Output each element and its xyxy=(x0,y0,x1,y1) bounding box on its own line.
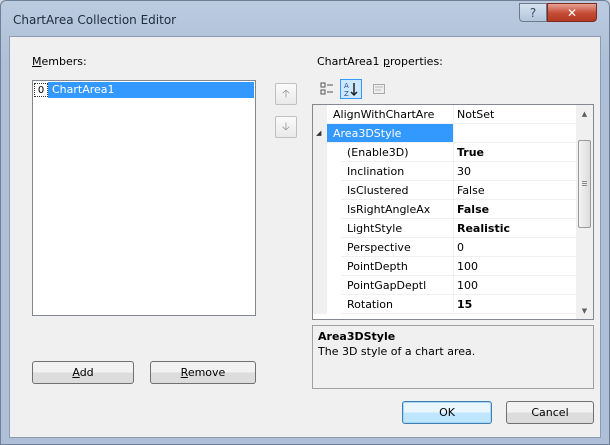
remove-button-label: Remove xyxy=(180,366,226,379)
property-grid-toolbar: A Z xyxy=(312,78,594,101)
property-description-panel: Area3DStyle The 3D style of a chart area… xyxy=(312,325,594,389)
arrow-down-icon: 🡣 xyxy=(282,119,290,133)
property-name: Area3DStyle xyxy=(327,124,453,143)
dialog-client-area: Members: 0 ChartArea1 🡡 🡣 ChartArea1 pro… xyxy=(9,36,601,438)
property-name: IsRightAngleAx xyxy=(341,200,453,219)
property-row[interactable]: (Enable3D) True xyxy=(313,143,576,162)
scroll-thumb[interactable] xyxy=(578,140,591,228)
remove-button[interactable]: Remove xyxy=(150,361,256,384)
row-gutter xyxy=(313,238,327,257)
property-grid[interactable]: AlignWithChartAre NotSet ◢ Area3DStyle (Enab… xyxy=(312,104,594,320)
property-value[interactable]: True xyxy=(453,143,576,162)
close-icon: ✕ xyxy=(566,5,578,20)
property-grid-scrollbar[interactable]: ▲ ▼ xyxy=(576,105,593,319)
row-gutter xyxy=(313,295,327,314)
properties-label: ChartArea1 properties: xyxy=(317,55,443,68)
row-gutter xyxy=(313,219,327,238)
row-gutter xyxy=(313,276,327,295)
property-name: PointDepth xyxy=(341,257,453,276)
property-pages-button[interactable] xyxy=(368,79,390,99)
property-name: PointGapDeptl xyxy=(341,276,453,295)
property-value[interactable]: False xyxy=(453,181,576,200)
collapse-toggle-icon[interactable]: ◢ xyxy=(316,129,321,137)
description-text: The 3D style of a chart area. xyxy=(318,345,476,358)
scroll-down-icon[interactable]: ▼ xyxy=(576,302,593,319)
property-row[interactable]: Rotation 15 xyxy=(313,295,576,314)
help-icon: ? xyxy=(529,5,537,20)
description-title: Area3DStyle xyxy=(318,330,396,343)
row-gutter xyxy=(313,257,327,276)
property-pages-icon xyxy=(373,84,385,94)
scroll-up-icon[interactable]: ▲ xyxy=(576,105,593,122)
property-row[interactable]: LightStyle Realistic xyxy=(313,219,576,238)
property-value[interactable]: 15 xyxy=(453,295,576,314)
property-value[interactable] xyxy=(453,124,576,143)
svg-text:Z: Z xyxy=(344,90,349,97)
svg-text:A: A xyxy=(344,82,349,90)
row-gutter xyxy=(313,181,327,200)
row-gutter xyxy=(313,162,327,181)
property-row[interactable]: IsRightAngleAx False xyxy=(313,200,576,219)
row-gutter xyxy=(313,143,327,162)
title-bar[interactable]: ChartArea Collection Editor ? ✕ xyxy=(1,1,609,35)
property-value[interactable]: 100 xyxy=(453,276,576,295)
property-row[interactable]: AlignWithChartAre NotSet xyxy=(313,105,576,124)
members-list[interactable]: 0 ChartArea1 xyxy=(32,80,256,316)
property-row[interactable]: PointDepth 100 xyxy=(313,257,576,276)
property-name: Rotation xyxy=(341,295,453,314)
property-name: Inclination xyxy=(341,162,453,181)
row-gutter xyxy=(313,105,327,124)
member-index: 0 xyxy=(34,83,48,97)
list-item[interactable]: 0 ChartArea1 xyxy=(34,82,254,98)
property-value[interactable]: False xyxy=(453,200,576,219)
property-name: AlignWithChartAre xyxy=(327,105,453,124)
property-row[interactable]: Inclination 30 xyxy=(313,162,576,181)
property-name: LightStyle xyxy=(341,219,453,238)
property-value[interactable]: Realistic xyxy=(453,219,576,238)
property-value[interactable]: 30 xyxy=(453,162,576,181)
property-row[interactable]: ◢ Area3DStyle xyxy=(313,124,576,143)
add-button-label: Add xyxy=(72,366,94,379)
members-label: Members: xyxy=(32,55,87,68)
member-label: ChartArea1 xyxy=(48,82,254,98)
categorized-icon xyxy=(320,82,333,95)
dialog-window: ChartArea Collection Editor ? ✕ Members:… xyxy=(0,0,610,445)
alphabetical-button[interactable]: A Z xyxy=(340,79,362,99)
alphabetical-icon: A Z xyxy=(344,82,358,97)
move-up-button[interactable]: 🡡 xyxy=(275,83,297,105)
help-button[interactable]: ? xyxy=(519,3,547,22)
property-name: IsClustered xyxy=(341,181,453,200)
ok-button[interactable]: OK xyxy=(402,401,492,424)
cancel-button[interactable]: Cancel xyxy=(506,401,594,424)
arrow-up-icon: 🡡 xyxy=(282,86,290,100)
row-gutter xyxy=(313,200,327,219)
property-value[interactable]: 0 xyxy=(453,238,576,257)
close-button[interactable]: ✕ xyxy=(547,3,597,22)
property-value[interactable]: 100 xyxy=(453,257,576,276)
window-title: ChartArea Collection Editor xyxy=(13,13,177,27)
property-row[interactable]: IsClustered False xyxy=(313,181,576,200)
move-down-button[interactable]: 🡣 xyxy=(275,116,297,138)
property-row[interactable]: PointGapDeptl 100 xyxy=(313,276,576,295)
categorized-button[interactable] xyxy=(316,79,338,99)
property-value[interactable]: NotSet xyxy=(453,105,576,124)
property-name: (Enable3D) xyxy=(341,143,453,162)
row-gutter: ◢ xyxy=(313,124,327,143)
property-row[interactable]: Perspective 0 xyxy=(313,238,576,257)
add-button[interactable]: Add xyxy=(32,361,134,384)
property-name: Perspective xyxy=(341,238,453,257)
